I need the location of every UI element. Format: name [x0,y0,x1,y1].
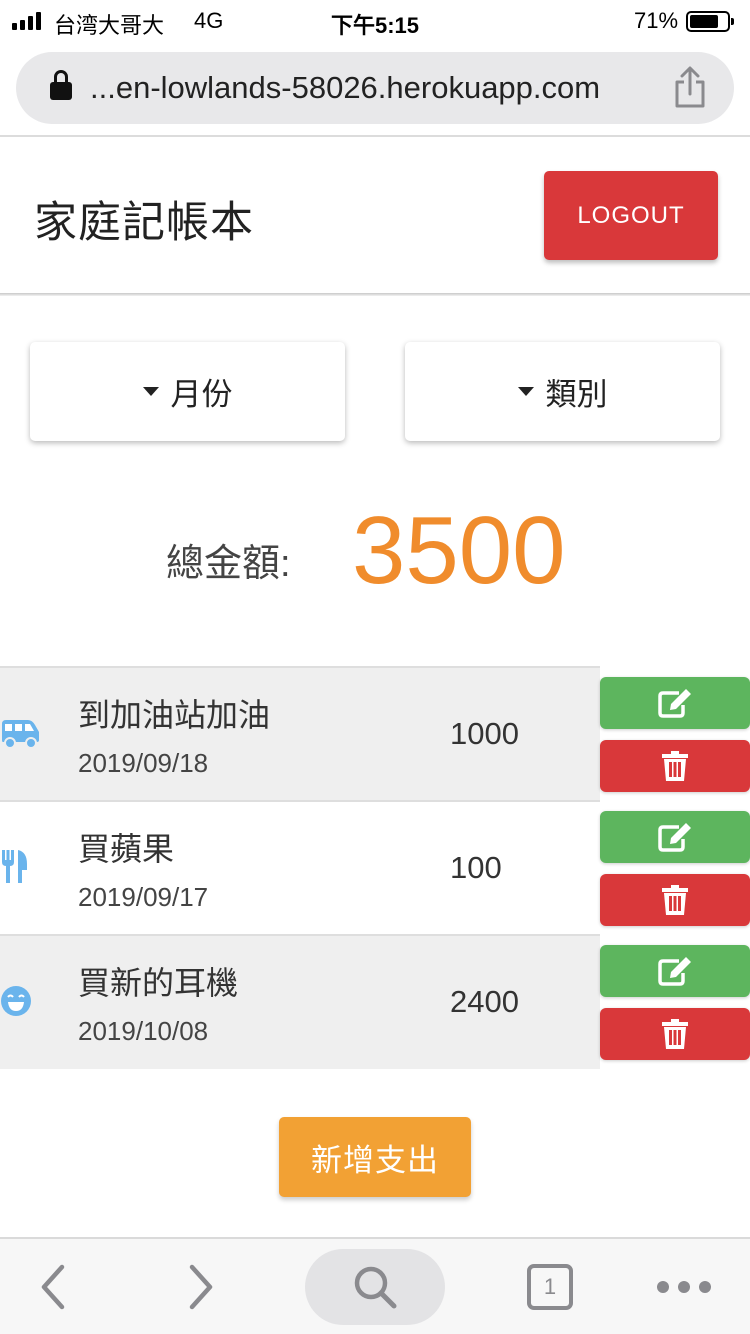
page-title: 家庭記帳本 [34,199,254,247]
van-icon [2,720,39,749]
more-button[interactable] [654,1249,714,1325]
caret-down-icon [517,387,534,396]
tabs-button[interactable]: 1 [524,1249,576,1325]
tab-count: 1 [527,1264,573,1310]
record-date: 2019/10/08 [78,1016,209,1046]
search-icon [354,1266,397,1309]
search-button[interactable] [305,1249,445,1325]
edit-button[interactable] [600,677,750,729]
record-title: 買新的耳機 [78,965,239,1001]
status-bar: 台湾大哥大 4G 下午5:15 71% [0,0,750,42]
edit-button[interactable] [600,945,750,997]
delete-button[interactable] [600,740,750,792]
total-amount: 3500 [352,497,566,604]
total-label: 總金額: [166,543,291,585]
record-title: 到加油站加油 [78,697,271,733]
record-amount: 100 [450,850,502,885]
caret-down-icon [142,387,159,396]
header-divider [0,293,750,296]
trash-icon [662,751,688,781]
record-row[interactable]: 買新的耳機 2019/10/08 2400 [0,934,600,1069]
more-icon [657,1281,711,1293]
url-text[interactable]: ...en-lowlands-58026.herokuapp.com [90,70,600,106]
delete-button[interactable] [600,874,750,926]
chevron-left-icon [41,1264,65,1310]
trash-icon [662,1019,688,1049]
delete-button[interactable] [600,1008,750,1060]
record-date: 2019/09/18 [78,748,209,778]
record-row[interactable]: 到加油站加油 2019/09/18 1000 [0,666,600,800]
share-icon[interactable] [672,66,708,108]
month-filter-label: 月份 [170,377,233,412]
battery-icon [686,11,734,32]
category-filter-label: 類別 [545,377,608,412]
back-button[interactable] [30,1249,76,1325]
address-bar[interactable]: ...en-lowlands-58026.herokuapp.com [16,52,734,124]
utensils-icon [2,850,27,883]
record-row[interactable]: 買蘋果 2019/09/17 100 [0,800,600,934]
battery-percent: 71% [634,8,679,33]
forward-button[interactable] [178,1249,224,1325]
record-date: 2019/09/17 [78,882,209,912]
record-amount: 2400 [450,984,519,1019]
record-title: 買蘋果 [78,831,175,867]
record-amount: 1000 [450,716,519,751]
logout-button[interactable]: LOGOUT [544,171,718,260]
smile-icon [1,986,31,1016]
trash-icon [662,885,688,915]
edit-icon [658,689,691,718]
browser-divider [0,135,750,137]
edit-icon [658,823,691,852]
add-expense-button[interactable]: 新增支出 [279,1117,471,1197]
chevron-right-icon [189,1264,213,1310]
browser-toolbar: 1 [0,1237,750,1334]
edit-button[interactable] [600,811,750,863]
lock-icon [50,70,72,100]
edit-icon [658,957,691,986]
month-filter-dropdown[interactable]: 月份 [30,342,345,441]
category-filter-dropdown[interactable]: 類別 [405,342,720,441]
